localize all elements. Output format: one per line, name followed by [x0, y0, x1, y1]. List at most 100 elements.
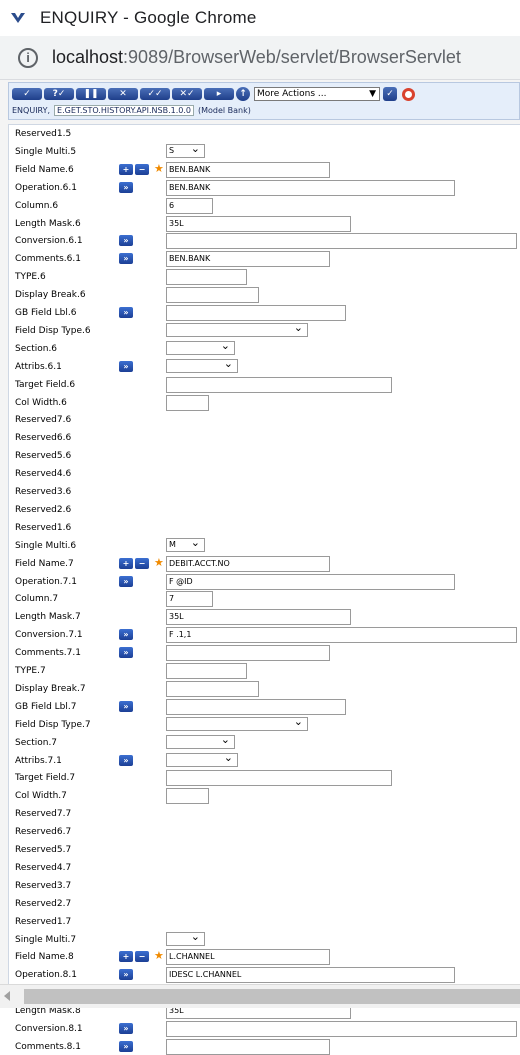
form-row: Reserved3.7: [15, 878, 515, 894]
form-row: Section.6 ⌄: [15, 338, 515, 357]
expand-icon[interactable]: »: [119, 253, 133, 265]
field-input[interactable]: F .1,1: [166, 627, 517, 644]
field-label: Target Field.7: [15, 773, 76, 784]
field-input[interactable]: 35L: [166, 215, 351, 232]
remove-multivalue-icon[interactable]: −: [135, 557, 149, 569]
field-input[interactable]: [166, 305, 346, 321]
field-input[interactable]: [166, 233, 517, 250]
field-select[interactable]: ⌄: [166, 750, 238, 767]
field-label: Single Multi.6: [15, 540, 77, 551]
scrollbar-thumb[interactable]: [24, 989, 520, 1004]
field-input[interactable]: [166, 269, 247, 286]
form-row: Field Name.6 + − ★ BEN.BANK: [15, 161, 515, 178]
form-row: Col Width.7: [15, 788, 515, 805]
field-label: Reserved5.7: [15, 845, 72, 855]
form-row: Display Break.6: [15, 287, 515, 304]
field-select[interactable]: ⌄: [166, 733, 235, 749]
expand-icon[interactable]: »: [119, 575, 133, 587]
field-input[interactable]: [166, 394, 209, 411]
field-input[interactable]: [166, 1038, 330, 1055]
expand-icon[interactable]: »: [119, 754, 133, 766]
site-info-icon[interactable]: i: [18, 47, 38, 68]
field-label: Field Disp Type.7: [15, 719, 91, 730]
field-input[interactable]: L.CHANNEL: [166, 949, 330, 966]
field-select[interactable]: S ⌄: [166, 142, 205, 158]
chevron-down-icon: ⌄: [220, 338, 230, 352]
field-select[interactable]: ⌄: [166, 930, 205, 946]
authorise-button[interactable]: ✓✓: [140, 88, 170, 100]
field-input[interactable]: [166, 287, 259, 304]
field-input[interactable]: [166, 645, 330, 662]
remove-multivalue-icon[interactable]: −: [135, 951, 149, 963]
expand-icon[interactable]: »: [119, 1023, 133, 1034]
field-input[interactable]: [166, 788, 209, 805]
expand-icon[interactable]: »: [119, 360, 133, 372]
field-input[interactable]: BEN.BANK: [166, 251, 330, 268]
expand-icon[interactable]: »: [119, 629, 133, 641]
expand-icon[interactable]: »: [119, 647, 133, 659]
add-multivalue-icon[interactable]: +: [119, 163, 133, 175]
field-label: Reserved6.6: [15, 433, 72, 444]
field-label: Display Break.6: [15, 290, 86, 301]
field-input[interactable]: 35L: [166, 609, 351, 626]
form-row: Length Mask.7 35L: [15, 609, 515, 626]
field-input[interactable]: BEN.BANK: [166, 161, 330, 178]
hold-button[interactable]: ❚❚: [76, 88, 106, 100]
field-label: Col Width.7: [15, 791, 67, 802]
field-input[interactable]: IDESC L.CHANNEL: [166, 967, 455, 984]
validate-button[interactable]: ?✓: [44, 88, 74, 100]
form-row: Attribs.6.1 » ⌄: [15, 357, 515, 375]
field-input[interactable]: [166, 663, 247, 679]
field-label: Reserved1.6: [15, 522, 72, 533]
reverse-button[interactable]: ✕✓: [172, 88, 202, 100]
field-input[interactable]: [166, 680, 259, 697]
upload-icon[interactable]: ↑: [236, 87, 250, 101]
field-select[interactable]: ⌄: [166, 338, 235, 355]
go-button[interactable]: ✓: [383, 87, 397, 101]
form-row: Reserved6.7: [15, 824, 515, 840]
expand-icon[interactable]: »: [119, 700, 133, 712]
expand-icon[interactable]: »: [119, 1040, 133, 1052]
delete-button[interactable]: ✕: [108, 88, 138, 100]
field-input[interactable]: [166, 770, 392, 787]
chevron-down-icon: ⌄: [293, 714, 303, 728]
commit-button[interactable]: ✓: [12, 88, 42, 100]
field-input[interactable]: 7: [166, 591, 213, 608]
url-text[interactable]: localhost:9089/BrowserWeb/servlet/Browse…: [52, 47, 461, 68]
record-form: Reserved1.5 Single Multi.5 S ⌄ Field Name.6 +…: [8, 124, 520, 1055]
add-multivalue-icon[interactable]: +: [119, 557, 133, 569]
field-select[interactable]: ⌄: [166, 321, 308, 337]
expand-icon[interactable]: »: [119, 235, 133, 247]
field-label: Section.7: [15, 737, 58, 748]
field-input[interactable]: BEN.BANK: [166, 179, 455, 196]
field-select[interactable]: ⌄: [166, 714, 308, 731]
field-input[interactable]: [166, 376, 392, 393]
more-actions-select[interactable]: More Actions ... ▼: [254, 87, 380, 101]
help-icon[interactable]: [402, 87, 415, 101]
field-input[interactable]: [166, 698, 346, 715]
form-row: Reserved1.6: [15, 520, 515, 536]
field-input[interactable]: [166, 1021, 517, 1037]
field-label: Operation.6.1: [15, 182, 77, 193]
field-label: Reserved7.7: [15, 809, 72, 820]
expand-icon[interactable]: »: [119, 181, 133, 193]
address-bar[interactable]: i localhost:9089/BrowserWeb/servlet/Brow…: [0, 36, 520, 80]
remove-multivalue-icon[interactable]: −: [135, 163, 149, 175]
form-row: Reserved5.6: [15, 448, 515, 464]
next-button[interactable]: ▸: [204, 88, 234, 100]
expand-icon[interactable]: »: [119, 969, 133, 981]
add-multivalue-icon[interactable]: +: [119, 951, 133, 963]
field-input[interactable]: DEBIT.ACCT.NO: [166, 555, 330, 572]
field-select[interactable]: ⌄: [166, 357, 238, 373]
field-input[interactable]: F @ID: [166, 573, 455, 590]
field-select[interactable]: M ⌄: [166, 536, 205, 552]
field-label: Reserved3.7: [15, 880, 72, 891]
field-label: Reserved7.6: [15, 415, 72, 426]
horizontal-scrollbar[interactable]: [0, 984, 520, 1008]
form-row: Field Name.8 + − ★ L.CHANNEL: [15, 949, 515, 966]
field-input[interactable]: 6: [166, 197, 213, 214]
chevron-down-icon: ⌄: [223, 750, 233, 764]
scroll-left-icon[interactable]: [4, 991, 10, 1001]
field-label: Reserved5.6: [15, 451, 72, 462]
expand-icon[interactable]: »: [119, 307, 133, 318]
